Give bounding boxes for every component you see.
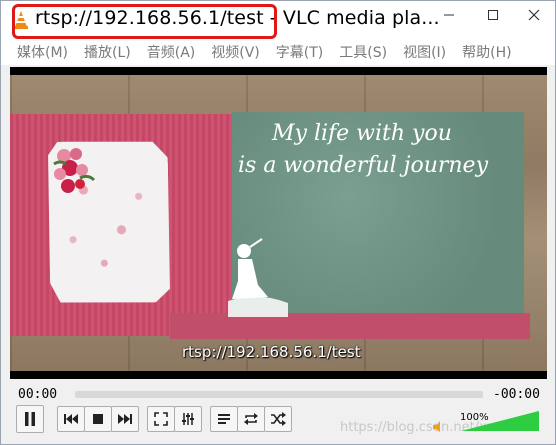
- shuffle-icon: [271, 412, 286, 426]
- playlist-icon: [218, 414, 230, 424]
- menu-subtitle[interactable]: 字幕(T): [276, 42, 323, 62]
- skip-previous-icon: [64, 414, 78, 424]
- speaker-icon[interactable]: [432, 421, 446, 433]
- seek-slider[interactable]: [75, 391, 483, 398]
- menu-help[interactable]: 帮助(H): [462, 42, 511, 62]
- close-button[interactable]: [512, 1, 556, 29]
- menu-playback[interactable]: 播放(L): [84, 42, 131, 62]
- stop-icon: [93, 414, 103, 424]
- stream-url-overlay: rtsp://192.168.56.1/test: [182, 343, 361, 361]
- video-pink-floor: [170, 313, 530, 339]
- loop-button[interactable]: [237, 406, 265, 432]
- previous-button[interactable]: [57, 406, 85, 432]
- elapsed-time: 00:00: [18, 387, 58, 402]
- close-icon: [528, 9, 540, 21]
- menu-view[interactable]: 视图(I): [403, 42, 446, 62]
- roses-image: [53, 148, 96, 193]
- volume-fill: [461, 411, 539, 431]
- maximize-icon: [488, 10, 498, 20]
- skip-next-icon: [118, 414, 132, 424]
- fullscreen-icon: [154, 412, 168, 426]
- vlc-window: rtsp://192.168.56.1/test - VLC media pla…: [0, 0, 556, 445]
- menu-media[interactable]: 媒体(M): [17, 42, 68, 62]
- girl-silhouette-image: [228, 238, 288, 317]
- menu-bar: 媒体(M) 播放(L) 音频(A) 视频(V) 字幕(T) 工具(S) 视图(I…: [1, 39, 555, 65]
- volume-slider[interactable]: [459, 409, 541, 433]
- loop-icon: [244, 413, 258, 425]
- video-area[interactable]: My life with you is a wonderful journey …: [10, 67, 547, 379]
- fullscreen-button[interactable]: [147, 406, 175, 432]
- menu-tools[interactable]: 工具(S): [339, 42, 387, 62]
- menu-audio[interactable]: 音频(A): [147, 42, 196, 62]
- maximize-button[interactable]: [471, 1, 515, 29]
- extended-settings-button[interactable]: [174, 406, 202, 432]
- video-overlay-line1: My life with you: [272, 121, 452, 146]
- title-bar[interactable]: rtsp://192.168.56.1/test - VLC media pla…: [1, 1, 555, 39]
- stop-button[interactable]: [84, 406, 112, 432]
- pause-icon: [25, 412, 35, 426]
- menu-video[interactable]: 视频(V): [211, 42, 260, 62]
- title-highlight-annotation: [12, 4, 277, 39]
- remaining-time[interactable]: -00:00: [493, 387, 540, 402]
- video-overlay-line2: is a wonderful journey: [238, 153, 489, 178]
- next-button[interactable]: [111, 406, 139, 432]
- minimize-button[interactable]: [427, 1, 471, 29]
- equalizer-icon: [182, 413, 194, 425]
- playlist-button[interactable]: [210, 406, 238, 432]
- minimize-icon: [444, 14, 454, 16]
- pause-button[interactable]: [16, 405, 44, 433]
- shuffle-button[interactable]: [264, 406, 292, 432]
- seek-row: 00:00 -00:00: [1, 385, 555, 405]
